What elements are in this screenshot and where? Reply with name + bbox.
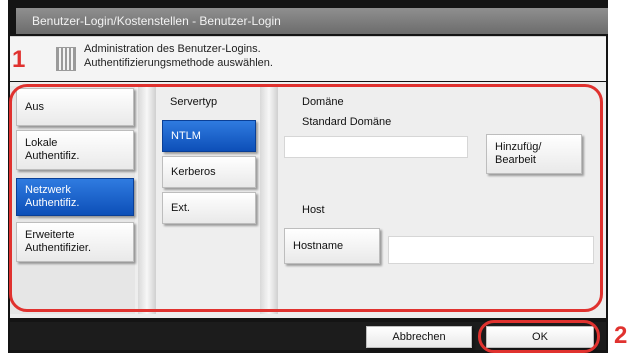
- callout-box-2: [478, 320, 600, 353]
- info-line-2: Authentifizierungsmethode auswählen.: [84, 57, 273, 69]
- info-message: Administration des Benutzer-Logins. Auth…: [84, 42, 273, 70]
- callout-box-1: [9, 84, 603, 312]
- cancel-button-label: Abbrechen: [392, 330, 446, 343]
- window-title: Benutzer-Login/Kostenstellen - Benutzer-…: [16, 8, 608, 34]
- info-line-1: Administration des Benutzer-Logins.: [84, 43, 261, 55]
- callout-marker-2: 2: [614, 322, 628, 349]
- info-bar: Administration des Benutzer-Logins. Auth…: [10, 36, 606, 81]
- cancel-button[interactable]: Abbrechen: [366, 326, 472, 348]
- info-icon: [56, 47, 76, 71]
- callout-marker-1: 1: [12, 46, 26, 73]
